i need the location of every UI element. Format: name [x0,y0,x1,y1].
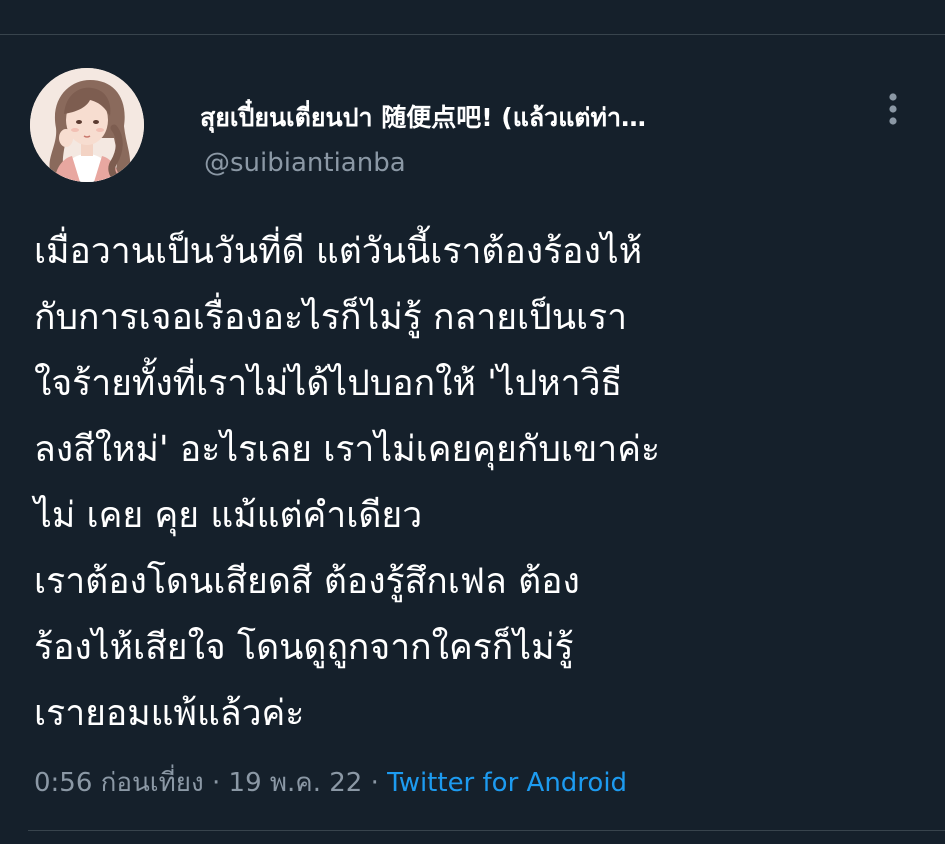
tweet-source-link[interactable]: Twitter for Android [387,768,627,798]
tweet-meta: 0:56 ก่อนเที่ยง · 19 พ.ค. 22 · Twitter f… [34,762,627,803]
tweet-text-line: เรายอมแพ้แล้วค่ะ [34,693,305,734]
tweet-text-line: เมื่อวานเป็นวันที่ดี แต่วันนี้เราต้องร้อ… [34,231,643,272]
more-options-button[interactable] [876,88,910,132]
tweet-time[interactable]: 0:56 ก่อนเที่ยง [34,768,204,798]
tweet-text-line: กับการเจอเรื่องอะไรก็ไม่รู้ กลายเป็นเรา [34,297,628,338]
more-vertical-icon [889,93,897,125]
author-handle[interactable]: @suibiantianba [204,148,406,178]
bottom-divider [28,830,945,831]
tweet-text: เมื่อวานเป็นวันที่ดี แต่วันนี้เราต้องร้อ… [34,219,934,747]
tweet-text-line: เราต้องโดนเสียดสี ต้องรู้สึกเฟล ต้อง [34,561,580,602]
tweet-text-line: ไม่ เคย คุย แม้แต่คำเดียว [34,495,423,536]
top-divider [0,34,945,35]
tweet-text-line: ร้องไห้เสียใจ โดนดูถูกจากใครก็ไม่รู้ [34,627,574,668]
tweet-date[interactable]: 19 พ.ค. 22 [229,768,363,798]
author-display-name[interactable]: สุยเปี๋ยนเตี่ยนปา 随便点吧! (แล้วแต่ท่า… [200,98,840,138]
avatar[interactable] [30,68,144,182]
meta-separator: · [203,768,229,798]
avatar-illustration-icon [30,68,144,182]
tweet-text-line: ใจร้ายทั้งที่เราไม่ได้ไปบอกให้ 'ไปหาวิธี [34,363,623,404]
tweet-text-line: ลงสีใหม่' อะไรเลย เราไม่เคยคุยกับเขาค่ะ [34,429,661,470]
meta-separator: · [362,768,388,798]
